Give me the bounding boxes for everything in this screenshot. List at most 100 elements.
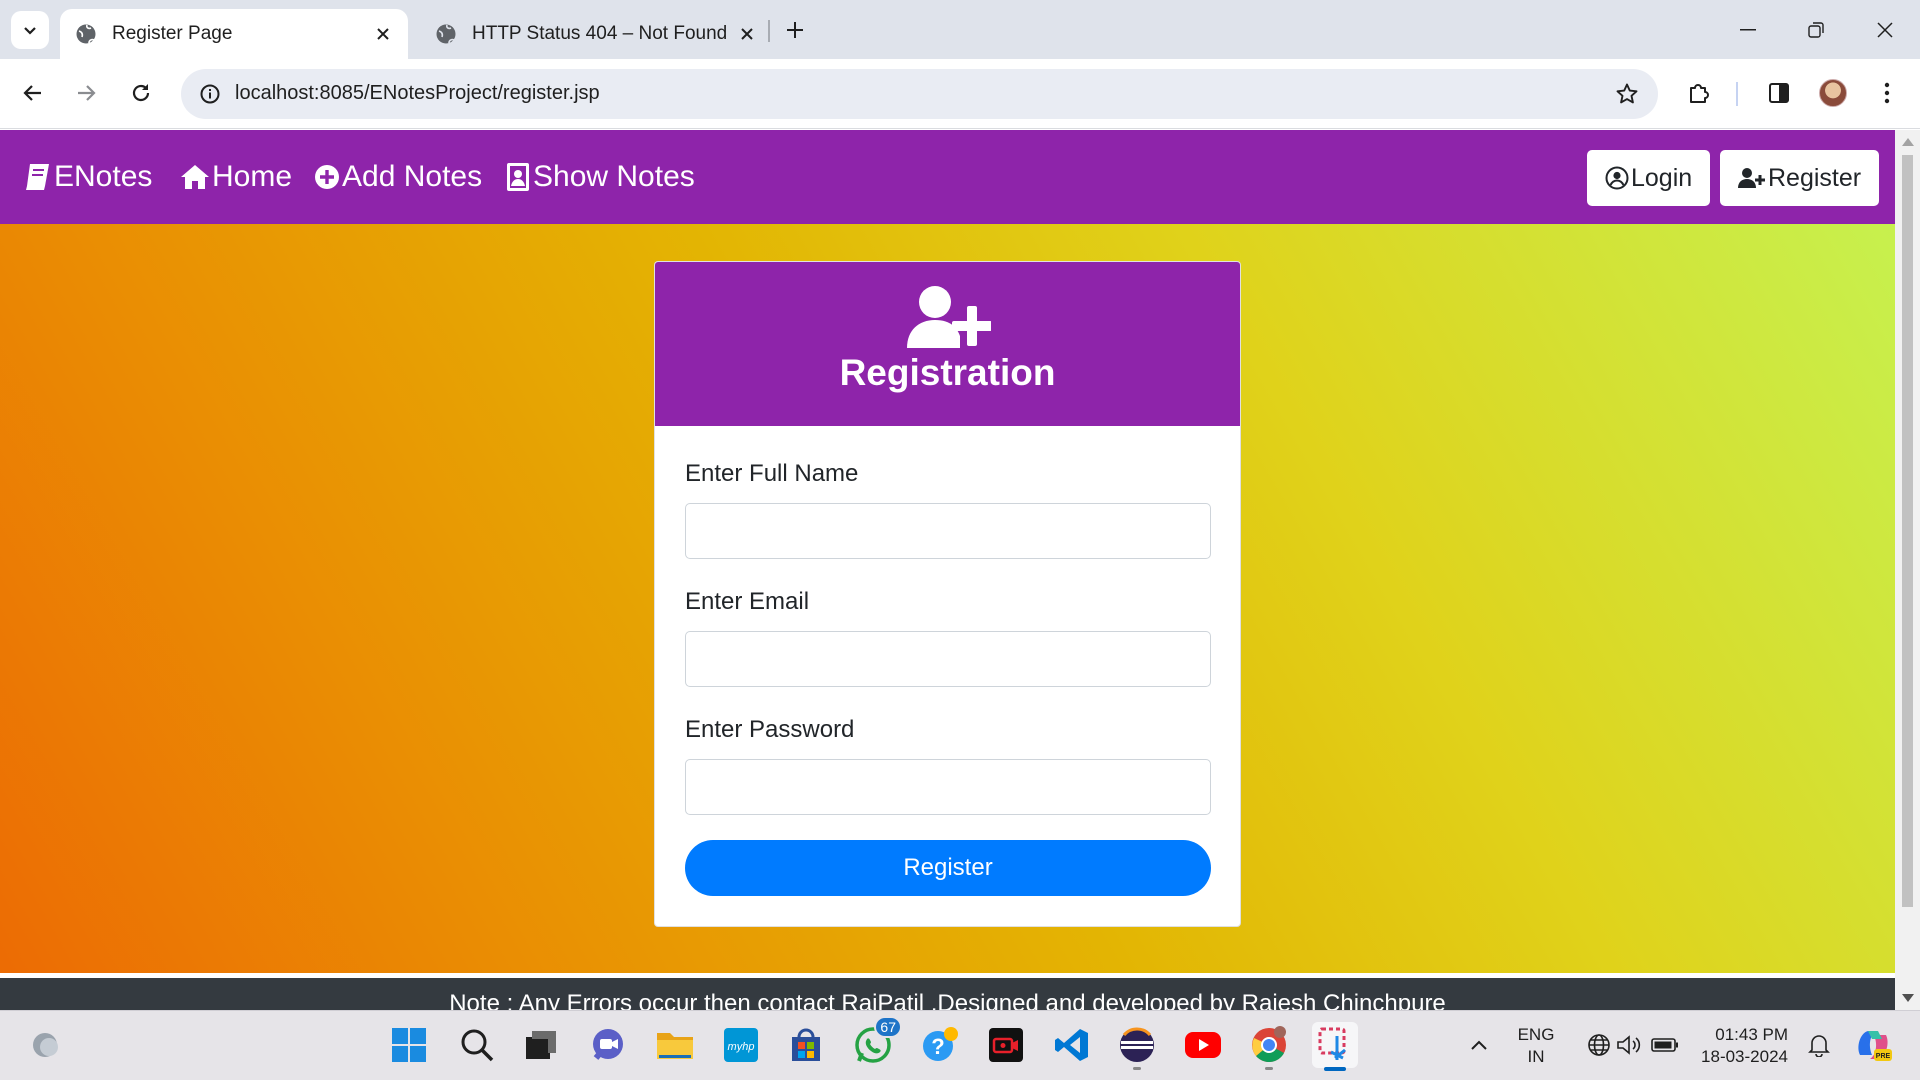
nav-link-label: Home xyxy=(212,160,293,193)
book-icon xyxy=(26,164,49,190)
browser-tab-strip: Register Page HTTP Status 404 – Not Foun… xyxy=(0,0,1920,59)
registration-title: Registration xyxy=(839,352,1056,393)
screen-recorder-button[interactable] xyxy=(983,1022,1029,1068)
start-button[interactable] xyxy=(386,1022,432,1068)
restore-button[interactable] xyxy=(1788,8,1844,52)
tab-title: HTTP Status 404 – Not Found xyxy=(472,23,728,44)
close-icon xyxy=(1877,22,1893,38)
register-label: Register xyxy=(1768,163,1862,192)
tab-search-button[interactable] xyxy=(11,11,49,49)
svg-text:?: ? xyxy=(931,1034,944,1059)
battery-button[interactable] xyxy=(1642,1022,1688,1068)
get-help-button[interactable]: ? xyxy=(917,1022,963,1068)
running-indicator xyxy=(1133,1067,1141,1070)
minimize-button[interactable] xyxy=(1720,8,1776,52)
page-viewport: ENotes Home Add Notes Show Notes Login R… xyxy=(0,130,1895,1010)
plus-circle-icon xyxy=(315,165,339,189)
full-name-label: Enter Full Name xyxy=(685,460,859,487)
task-view-icon xyxy=(526,1031,556,1059)
recorder-icon xyxy=(989,1028,1023,1062)
page-scrollbar[interactable] xyxy=(1895,130,1920,1010)
chat-icon xyxy=(593,1029,623,1060)
whatsapp-button[interactable]: 67 xyxy=(850,1016,902,1068)
speaker-icon xyxy=(1617,1035,1641,1055)
scroll-up-arrow-icon[interactable] xyxy=(1902,138,1914,146)
close-icon[interactable] xyxy=(366,17,400,51)
chevron-down-icon xyxy=(24,27,36,35)
tab-separator xyxy=(768,20,770,42)
address-book-icon xyxy=(507,163,529,191)
site-navbar: ENotes Home Add Notes Show Notes Login R… xyxy=(0,130,1895,224)
tab-title: Register Page xyxy=(112,23,233,44)
site-info-icon[interactable] xyxy=(193,77,227,111)
widgets-button[interactable] xyxy=(24,1022,70,1068)
profile-button[interactable] xyxy=(1813,73,1853,113)
scrollbar-thumb[interactable] xyxy=(1902,155,1913,907)
region-code: IN xyxy=(1527,1047,1545,1066)
browser-toolbar: localhost:8085/ENotesProject/register.js… xyxy=(0,59,1920,129)
file-explorer-button[interactable] xyxy=(652,1022,698,1068)
help-icon: ? xyxy=(923,1027,958,1061)
scroll-down-arrow-icon[interactable] xyxy=(1902,994,1914,1002)
copilot-button[interactable]: PRE xyxy=(1850,1022,1896,1068)
register-submit-button[interactable]: Register xyxy=(685,840,1211,896)
microsoft-store-button[interactable] xyxy=(783,1022,829,1068)
reload-button[interactable] xyxy=(121,73,161,113)
svg-text:myhp: myhp xyxy=(728,1041,755,1053)
back-button[interactable] xyxy=(13,73,53,113)
clock-date: 18-03-2024 xyxy=(1701,1047,1788,1066)
password-input[interactable] xyxy=(685,759,1211,815)
user-plus-icon xyxy=(1738,168,1765,188)
myhp-button[interactable]: myhp xyxy=(718,1022,764,1068)
chrome-button[interactable] xyxy=(1246,1022,1292,1070)
nav-link-label: Add Notes xyxy=(342,160,483,193)
extensions-button[interactable] xyxy=(1679,73,1719,113)
snipping-tool-button[interactable] xyxy=(1312,1022,1358,1071)
url-text: localhost:8085/ENotesProject/register.js… xyxy=(235,82,600,104)
brand-text: ENotes xyxy=(54,160,153,193)
address-bar[interactable]: localhost:8085/ENotesProject/register.js… xyxy=(181,69,1658,119)
forward-button[interactable] xyxy=(66,73,106,113)
search-icon xyxy=(461,1029,494,1062)
active-indicator xyxy=(1324,1067,1346,1071)
language-indicator[interactable]: ENG IN xyxy=(1508,1024,1564,1068)
browser-menu-button[interactable] xyxy=(1867,73,1907,113)
side-panel-button[interactable] xyxy=(1759,73,1799,113)
close-icon[interactable] xyxy=(730,17,764,51)
eclipse-button[interactable] xyxy=(1114,1022,1160,1070)
snipping-tool-icon xyxy=(1318,1027,1346,1060)
notifications-button[interactable] xyxy=(1796,1022,1842,1068)
chrome-icon xyxy=(1252,1026,1286,1063)
vscode-button[interactable] xyxy=(1049,1022,1095,1068)
nav-link-show-notes[interactable]: Show Notes xyxy=(505,158,695,196)
chevron-up-icon xyxy=(1471,1040,1487,1050)
brand-link[interactable]: ENotes xyxy=(24,158,152,196)
copilot-icon: PRE xyxy=(1858,1031,1892,1061)
bookmark-star-icon[interactable] xyxy=(1610,77,1644,111)
email-input[interactable] xyxy=(685,631,1211,687)
globe-icon xyxy=(74,22,98,46)
restore-icon xyxy=(1808,22,1824,38)
full-name-input[interactable] xyxy=(685,503,1211,559)
globe-icon xyxy=(434,22,458,46)
new-tab-button[interactable] xyxy=(778,13,812,47)
reload-icon xyxy=(132,84,150,102)
login-label: Login xyxy=(1631,163,1693,192)
task-view-button[interactable] xyxy=(518,1022,564,1068)
search-button[interactable] xyxy=(454,1022,500,1068)
bell-icon xyxy=(1808,1035,1830,1057)
teams-chat-button[interactable] xyxy=(585,1022,631,1068)
windows-logo-icon xyxy=(392,1028,426,1062)
tab-register-page[interactable]: Register Page xyxy=(60,9,408,59)
nav-link-add-notes[interactable]: Add Notes xyxy=(314,158,482,196)
tab-http-status-404[interactable]: HTTP Status 404 – Not Found xyxy=(420,9,772,59)
nav-link-home[interactable]: Home xyxy=(180,158,292,196)
show-hidden-icons-button[interactable] xyxy=(1456,1022,1502,1068)
register-nav-button[interactable]: Register xyxy=(1720,150,1880,206)
vscode-icon xyxy=(1055,1029,1088,1061)
clock[interactable]: 01:43 PM 18-03-2024 xyxy=(1692,1024,1788,1068)
store-icon xyxy=(792,1028,820,1061)
login-button[interactable]: Login xyxy=(1587,150,1711,206)
close-window-button[interactable] xyxy=(1857,8,1913,52)
youtube-button[interactable] xyxy=(1180,1022,1226,1068)
